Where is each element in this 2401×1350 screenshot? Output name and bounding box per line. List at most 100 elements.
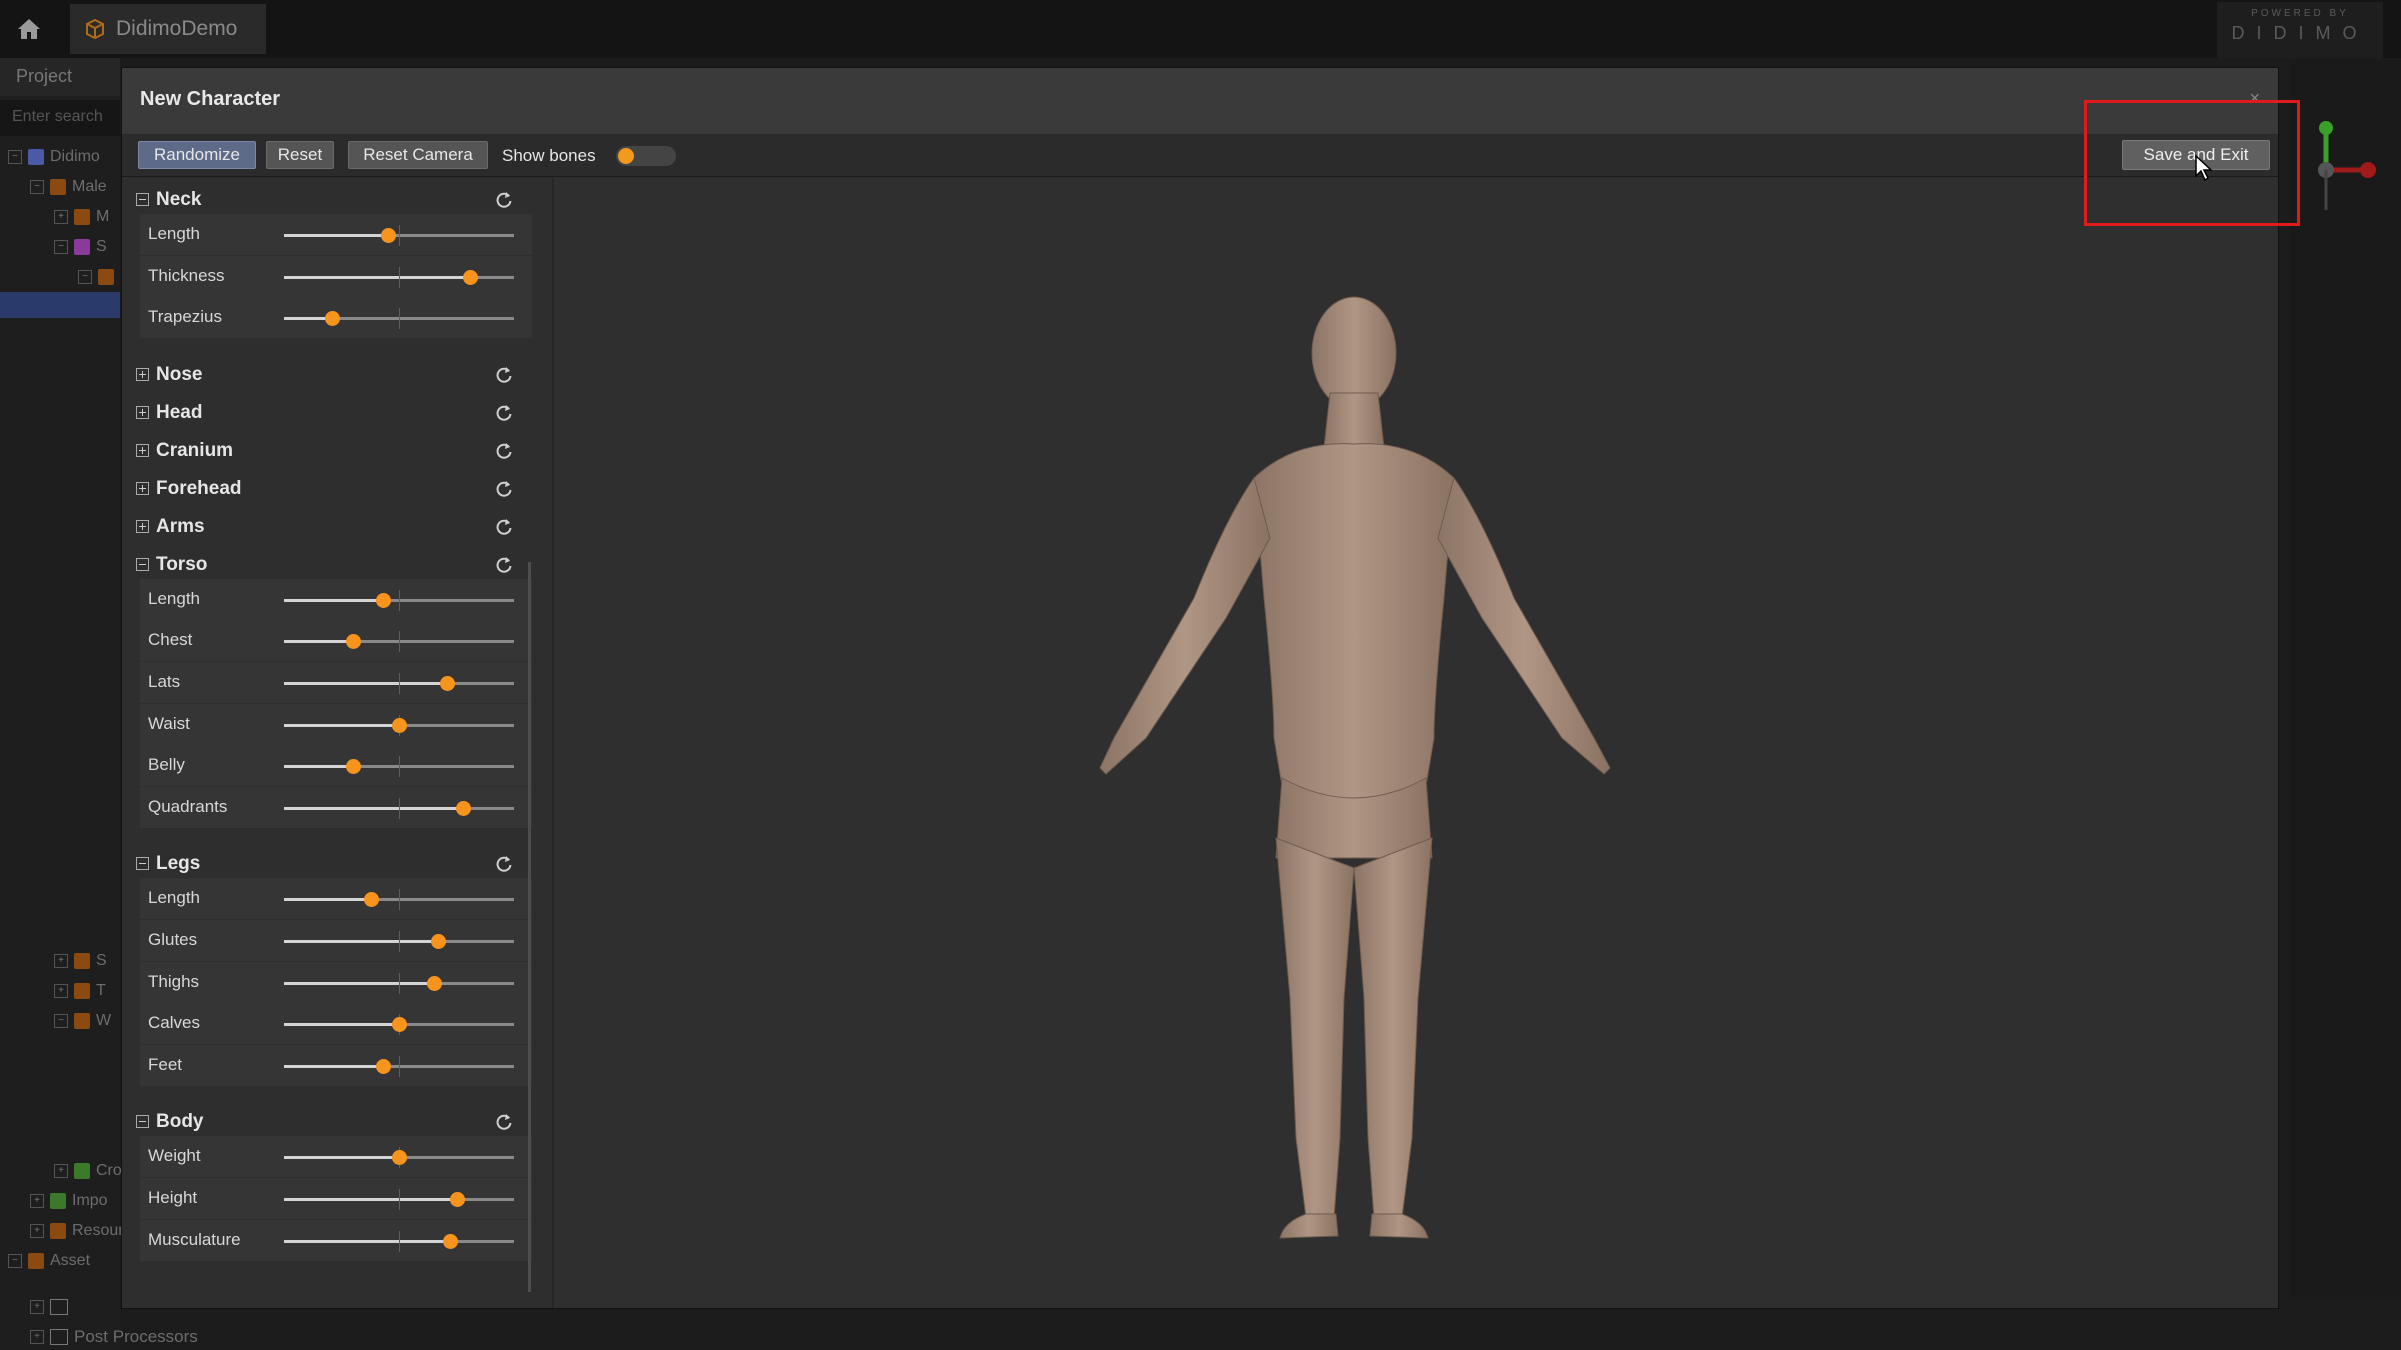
slider-handle[interactable] [380, 228, 396, 243]
randomize-button[interactable]: Randomize [138, 141, 256, 169]
slider-row-legs-calves: Calves [140, 1003, 532, 1045]
slider-handle[interactable] [392, 1150, 407, 1166]
slider-track[interactable] [284, 1189, 514, 1210]
tree-item[interactable]: − [78, 264, 114, 290]
tree-item[interactable]: − Male [30, 174, 107, 200]
slider-handle[interactable] [442, 1233, 458, 1249]
slider-handle[interactable] [392, 1017, 407, 1033]
slider-track[interactable] [284, 1230, 514, 1252]
slider-track[interactable] [284, 225, 514, 246]
home-button[interactable] [8, 8, 50, 50]
slider-track[interactable] [284, 631, 514, 653]
mouse-cursor-icon [2195, 154, 2213, 182]
slider-track[interactable] [284, 589, 514, 611]
slider-fill [284, 765, 353, 769]
project-search-input[interactable]: Enter search [0, 100, 120, 136]
expand-icon[interactable] [136, 443, 149, 457]
slider-track[interactable] [284, 1147, 514, 1169]
collapse-icon[interactable] [136, 1115, 149, 1129]
project-icon [28, 149, 44, 165]
slider-track[interactable] [284, 1014, 514, 1036]
section-header-torso[interactable]: Torso [132, 549, 532, 581]
slider-row-neck-length: Length [140, 214, 532, 255]
reset-section-icon[interactable] [494, 190, 514, 210]
tree-item[interactable]: + S [54, 948, 107, 974]
reset-section-icon[interactable] [494, 441, 514, 461]
expand-icon[interactable] [136, 519, 149, 533]
slider-handle[interactable] [392, 717, 407, 733]
section-header-nose[interactable]: Nose [132, 359, 532, 391]
section-header-body[interactable]: Body [132, 1106, 532, 1138]
slider-track[interactable] [284, 756, 514, 778]
slider-handle[interactable] [463, 269, 479, 285]
reset-section-icon[interactable] [494, 517, 514, 537]
slider-handle[interactable] [426, 975, 442, 991]
import-icon [50, 1223, 66, 1239]
section-header-legs[interactable]: Legs [132, 848, 532, 880]
slider-row-legs-length: Length [140, 878, 532, 920]
tree-item[interactable]: − Didimo [8, 144, 100, 170]
slider-track[interactable] [284, 308, 514, 330]
slider-track[interactable] [284, 266, 514, 288]
tree-item[interactable]: + Impo [30, 1188, 108, 1214]
slider-track[interactable] [284, 972, 514, 994]
reset-section-icon[interactable] [494, 479, 514, 499]
slider-handle[interactable] [364, 892, 380, 908]
sidebar-scrollbar[interactable] [528, 562, 531, 1292]
tree-item[interactable]: − Asset [8, 1248, 90, 1274]
slider-handle[interactable] [431, 934, 447, 949]
slider-handle[interactable] [449, 1192, 465, 1207]
slider-handle[interactable] [440, 676, 456, 691]
slider-track[interactable] [284, 714, 514, 736]
tree-item[interactable]: + Post Processors [30, 1324, 198, 1350]
section-header-cranium[interactable]: Cranium [132, 435, 532, 467]
reset-section-icon[interactable] [494, 555, 514, 575]
reset-camera-button[interactable]: Reset Camera [348, 141, 488, 169]
section-header-forehead[interactable]: Forehead [132, 473, 532, 505]
section-header-head[interactable]: Head [132, 397, 532, 429]
tree-item[interactable]: + Resour [30, 1218, 124, 1244]
tree-item[interactable]: + M [54, 204, 109, 230]
project-tab-title: DidimoDemo [116, 17, 238, 40]
slider-handle[interactable] [375, 592, 391, 608]
slider-label: Lats [148, 672, 181, 691]
expand-icon[interactable] [136, 481, 149, 495]
slider-track[interactable] [284, 673, 514, 694]
section-header-arms[interactable]: Arms [132, 511, 532, 543]
expand-icon[interactable] [136, 367, 149, 381]
show-bones-toggle[interactable] [616, 146, 676, 166]
reset-section-icon[interactable] [494, 365, 514, 385]
collapse-icon[interactable] [136, 857, 149, 871]
tree-item[interactable]: + T [54, 978, 106, 1004]
slider-track[interactable] [284, 1055, 514, 1077]
slider-center-mark [399, 931, 400, 952]
reset-button[interactable]: Reset [266, 141, 334, 169]
section-header-neck[interactable]: Neck [132, 184, 532, 216]
slider-track[interactable] [284, 931, 514, 952]
section-title: Nose [156, 363, 203, 385]
slider-row-body-musculature: Musculature [140, 1219, 532, 1261]
dialog-title-bar[interactable]: New Character × [122, 68, 2278, 134]
project-tab[interactable]: DidimoDemo [70, 4, 266, 54]
collapse-icon[interactable] [136, 193, 149, 206]
collapse-icon[interactable] [136, 557, 149, 571]
slider-row-neck-thickness: Thickness [140, 255, 532, 297]
slider-track[interactable] [284, 797, 514, 819]
expand-icon[interactable] [136, 405, 149, 419]
reset-section-icon[interactable] [494, 1112, 514, 1132]
tree-item[interactable]: +Post ProcessorsAsset [30, 1294, 68, 1320]
slider-handle[interactable] [346, 634, 361, 650]
slider-handle[interactable] [346, 759, 361, 775]
slider-fill [284, 806, 464, 810]
slider-track[interactable] [284, 889, 514, 911]
slider-handle[interactable] [456, 800, 472, 816]
tree-item[interactable]: − W [54, 1008, 111, 1034]
tree-item[interactable]: − S [54, 234, 107, 260]
dialog-title: New Character [140, 88, 281, 110]
slider-handle[interactable] [375, 1058, 391, 1074]
folder-icon [50, 1329, 68, 1345]
slider-handle[interactable] [325, 311, 341, 327]
3d-viewport[interactable] [554, 178, 2278, 1308]
reset-section-icon[interactable] [494, 403, 514, 423]
reset-section-icon[interactable] [494, 854, 514, 874]
